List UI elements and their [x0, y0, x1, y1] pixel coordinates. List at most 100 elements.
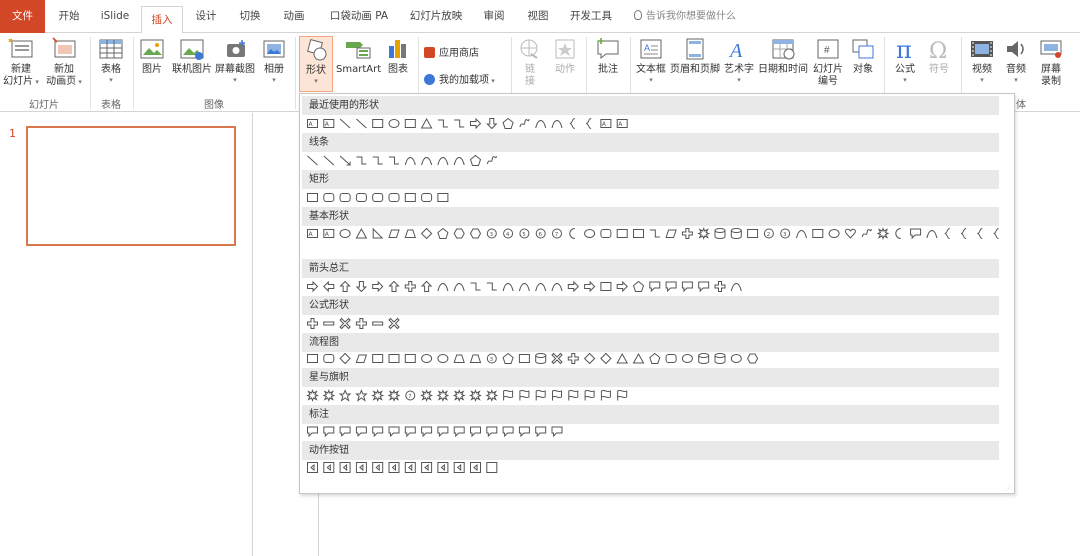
shape-option-call[interactable]: [437, 426, 449, 438]
shape-option-rect[interactable]: [616, 229, 628, 238]
shape-option-flag[interactable]: [584, 389, 595, 401]
shape-option-burst[interactable]: [469, 389, 482, 402]
shape-option-rarrow[interactable]: [567, 280, 580, 293]
shape-option-moon[interactable]: [569, 228, 575, 239]
shape-option-flag[interactable]: [519, 389, 530, 401]
shape-option-pent[interactable]: [502, 352, 514, 364]
shape-option-pent[interactable]: [469, 154, 482, 166]
shape-option-line[interactable]: [307, 155, 318, 166]
symbol-button[interactable]: Ω 符号: [923, 36, 955, 76]
shape-option-flag[interactable]: [552, 389, 562, 401]
shape-option-tri[interactable]: [420, 117, 433, 129]
shape-option-elbow[interactable]: [454, 119, 465, 128]
chart-button[interactable]: 图表: [382, 36, 414, 76]
shape-option-line[interactable]: [339, 118, 351, 129]
shape-option-mult[interactable]: [339, 317, 351, 330]
shape-option-curve[interactable]: [730, 283, 742, 292]
shape-option-minus[interactable]: [323, 321, 335, 326]
shape-option-curve[interactable]: [404, 157, 416, 166]
shape-option-call[interactable]: [404, 426, 416, 438]
album-button[interactable]: 相册 ▾: [258, 36, 290, 84]
tab-pocket-animation[interactable]: 口袋动画 PA: [326, 0, 392, 33]
shape-option-diamond[interactable]: [420, 227, 433, 240]
shape-option-tri[interactable]: [616, 352, 629, 364]
shape-option-uarrow[interactable]: [420, 280, 433, 292]
shape-option-burst[interactable]: [306, 389, 319, 402]
app-store-button[interactable]: 应用商店: [424, 44, 479, 59]
shape-option-cyl[interactable]: [714, 353, 726, 364]
shape-option-scrib[interactable]: [519, 118, 530, 128]
shape-option-curve[interactable]: [926, 230, 938, 239]
shape-option-hex[interactable]: [453, 228, 465, 239]
smartart-button[interactable]: SmartArt: [336, 36, 381, 76]
shape-option-plus[interactable]: [404, 281, 416, 292]
shape-option-call[interactable]: [372, 426, 384, 438]
shape-option-rect[interactable]: [404, 354, 416, 363]
shape-option-rect[interactable]: [747, 229, 759, 238]
shape-option-act[interactable]: [339, 462, 351, 473]
shape-option-para[interactable]: [355, 354, 368, 363]
shape-option-act[interactable]: [404, 462, 416, 473]
shape-option-call[interactable]: [535, 426, 547, 438]
shape-option-uarrow[interactable]: [388, 280, 400, 292]
shape-option-brace[interactable]: [993, 228, 999, 239]
shape-option-burst[interactable]: [420, 389, 433, 402]
shape-option-para[interactable]: [665, 229, 677, 238]
shape-option-burst[interactable]: [371, 389, 385, 402]
shape-option-circ[interactable]: 4: [503, 228, 514, 239]
slide-number-button[interactable]: # 幻灯片 编号: [810, 36, 846, 88]
equation-button[interactable]: π 公式 ▾: [889, 36, 921, 84]
shape-option-rtri[interactable]: [372, 227, 384, 239]
shape-option-call[interactable]: [551, 426, 563, 438]
shape-option-star[interactable]: [355, 389, 368, 402]
shape-option-curve[interactable]: [518, 283, 530, 292]
my-addins-button[interactable]: 我的加载项 ▾: [424, 71, 495, 86]
tell-me-search[interactable]: 告诉我你想要做什么: [634, 0, 736, 33]
shape-option-act[interactable]: [421, 462, 433, 473]
shape-option-rect[interactable]: [372, 119, 384, 128]
shape-option-circ[interactable]: 3: [780, 228, 791, 239]
shape-option-rarrow[interactable]: [372, 280, 384, 293]
shape-option-pent[interactable]: [649, 352, 661, 364]
shape-option-brace[interactable]: [944, 228, 950, 239]
shape-option-rect[interactable]: [437, 193, 449, 202]
object-button[interactable]: 对象: [847, 36, 879, 76]
tab-islide[interactable]: iSlide: [98, 0, 132, 33]
shape-option-burst[interactable]: [387, 389, 401, 402]
shape-option-diamond[interactable]: [600, 352, 612, 365]
shape-option-elbow[interactable]: [372, 156, 383, 165]
shape-option-tbox[interactable]: A: [307, 229, 318, 239]
shape-option-act[interactable]: [388, 462, 400, 473]
shape-option-mult[interactable]: [551, 352, 563, 365]
shape-option-circ[interactable]: 7: [405, 390, 416, 401]
shape-option-curve[interactable]: [453, 283, 465, 292]
shape-option-circ[interactable]: 3: [486, 353, 497, 364]
shape-option-rarrow[interactable]: [307, 280, 319, 293]
shape-option-circ[interactable]: 7: [552, 228, 562, 239]
shape-option-curve[interactable]: [535, 283, 547, 292]
shape-option-rarrow[interactable]: [616, 280, 628, 293]
shape-option-pent[interactable]: [437, 227, 449, 239]
tab-developer[interactable]: 开发工具: [566, 0, 616, 33]
shape-option-blank[interactable]: [486, 462, 498, 473]
shape-option-burst[interactable]: [697, 227, 711, 240]
shape-option-pent[interactable]: [502, 117, 514, 129]
shape-option-elbow[interactable]: [356, 156, 367, 165]
shape-option-call[interactable]: [665, 281, 677, 293]
shape-option-curve[interactable]: [535, 120, 547, 129]
shape-option-burst[interactable]: [876, 227, 890, 240]
shape-option-line[interactable]: [323, 155, 335, 166]
shape-option-rrect[interactable]: [665, 354, 677, 363]
shape-option-plus[interactable]: [355, 318, 367, 329]
shape-option-oval[interactable]: [828, 229, 840, 238]
shape-option-rect[interactable]: [633, 229, 644, 238]
shape-option-trap[interactable]: [453, 354, 465, 363]
shape-option-tri[interactable]: [355, 227, 368, 239]
shape-option-plus[interactable]: [681, 228, 693, 239]
shape-option-heart[interactable]: [844, 228, 856, 239]
shape-option-tbox[interactable]: A: [307, 119, 318, 129]
shape-option-curve[interactable]: [551, 120, 563, 129]
shape-option-rrect[interactable]: [323, 354, 335, 363]
shape-option-burst[interactable]: [452, 389, 466, 402]
shape-option-rect[interactable]: [372, 354, 384, 363]
